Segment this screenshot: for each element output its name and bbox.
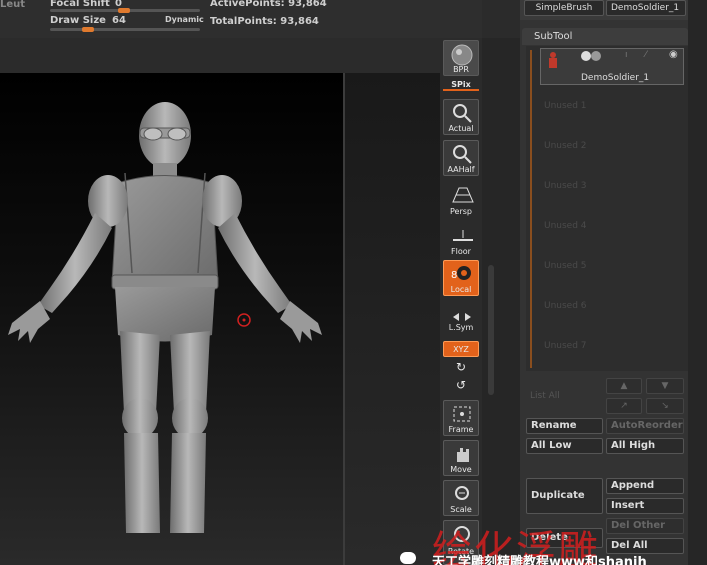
draw-size-value: 64 <box>112 15 126 26</box>
all-high-button[interactable]: All High <box>606 438 684 454</box>
draw-size-slider[interactable] <box>50 28 200 31</box>
visibility-toggle-icon[interactable] <box>581 51 591 61</box>
move-button[interactable]: Move <box>443 440 479 476</box>
focal-shift-label: Focal Shift <box>50 0 110 9</box>
move-up-icon[interactable]: ▲ <box>606 378 642 394</box>
magnifier-icon <box>453 104 472 123</box>
gutter-scroll-handle[interactable] <box>488 265 494 395</box>
focal-shift-knob[interactable] <box>118 8 130 13</box>
spix-slider[interactable]: SPix <box>443 80 479 91</box>
frame-icon <box>453 406 471 422</box>
lock-icon[interactable]: ı <box>625 50 628 60</box>
color-toggle-icon[interactable] <box>591 51 601 61</box>
scale-magnifier-icon <box>455 486 469 500</box>
mirror-arrows-icon <box>453 313 471 321</box>
autoreorder-button[interactable]: AutoReorder <box>606 418 684 434</box>
watermark-subtitle: 天工学雕刻精雕教程www和shanjh <box>432 555 647 565</box>
unused-slot-5[interactable]: Unused 5 <box>544 261 587 271</box>
tool-name[interactable]: DemoSoldier_1 <box>606 0 686 16</box>
bpr-button[interactable]: BPR <box>443 40 479 76</box>
unused-slot-1[interactable]: Unused 1 <box>544 101 587 111</box>
rotate-y-icon[interactable]: ↻ <box>443 360 479 374</box>
subtool-indicator <box>530 50 532 368</box>
toolbar-spacer <box>482 0 520 38</box>
list-all-button[interactable]: List All <box>530 391 560 401</box>
hand-icon <box>457 448 469 462</box>
floor-grid-icon <box>453 230 473 241</box>
svg-text:8: 8 <box>451 270 457 281</box>
subtool-item-active[interactable]: ı ⁄ ◉ DemoSoldier_1 <box>540 48 684 85</box>
total-points: TotalPoints: 93,864 <box>210 16 319 27</box>
local-button[interactable]: 8 Local <box>443 260 479 296</box>
rename-button[interactable]: Rename <box>526 418 603 434</box>
subtool-header[interactable]: SubTool <box>522 28 688 45</box>
perspective-grid-icon <box>452 187 474 203</box>
lsym-button[interactable]: L.Sym <box>443 310 479 334</box>
move-bottom-icon[interactable]: ↘ <box>646 398 684 414</box>
subtool-list <box>526 46 688 371</box>
unused-slot-6[interactable]: Unused 6 <box>544 301 587 311</box>
duplicate-button[interactable]: Duplicate <box>526 478 603 514</box>
subtool-item-label: DemoSoldier_1 <box>581 73 650 83</box>
canvas-header-area <box>0 38 440 73</box>
del-other-button[interactable]: Del Other <box>606 518 684 534</box>
canvas-margin <box>345 73 440 565</box>
insert-button[interactable]: Insert <box>606 498 684 514</box>
all-low-button[interactable]: All Low <box>526 438 603 454</box>
toolbar-clipped-label: Leut <box>0 0 26 10</box>
document-viewport[interactable] <box>0 73 343 565</box>
unused-slot-2[interactable]: Unused 2 <box>544 141 587 151</box>
draw-size-label: Draw Size <box>50 15 106 26</box>
eye-icon[interactable]: ◉ <box>669 49 678 60</box>
actual-button[interactable]: Actual <box>443 99 479 135</box>
soldier-thumbnail-icon <box>549 52 557 68</box>
move-top-icon[interactable]: ↗ <box>606 398 642 414</box>
soldier-model <box>8 102 322 533</box>
unused-slot-3[interactable]: Unused 3 <box>544 181 587 191</box>
draw-size-knob[interactable] <box>82 27 94 32</box>
move-down-icon[interactable]: ▼ <box>646 378 684 394</box>
dynamic-label[interactable]: Dynamic <box>165 15 204 24</box>
floor-button[interactable]: Floor <box>443 222 479 258</box>
wechat-icon <box>400 552 416 564</box>
scale-button[interactable]: Scale <box>443 480 479 516</box>
unused-slot-4[interactable]: Unused 4 <box>544 221 587 231</box>
magnifier-icon <box>453 145 472 164</box>
sphere-icon <box>451 44 473 66</box>
active-points: ActivePoints: 93,864 <box>210 0 327 9</box>
unused-slot-7[interactable]: Unused 7 <box>544 341 587 351</box>
panel-scrollbar[interactable] <box>688 0 707 565</box>
append-button[interactable]: Append <box>606 478 684 494</box>
xyz-button[interactable]: XYZ <box>443 341 479 357</box>
frame-button[interactable]: Frame <box>443 400 479 436</box>
persp-button[interactable]: Persp <box>443 182 479 218</box>
brush-name[interactable]: SimpleBrush <box>524 0 604 16</box>
aahalf-button[interactable]: AAHalf <box>443 140 479 176</box>
brush-icon[interactable]: ⁄ <box>645 50 647 60</box>
top-toolbar: Leut Focal Shift 0 Draw Size 64 Dynamic … <box>0 0 500 38</box>
rotate-z-icon[interactable]: ↺ <box>443 378 479 392</box>
local-symmetry-icon: 8 <box>451 266 471 281</box>
